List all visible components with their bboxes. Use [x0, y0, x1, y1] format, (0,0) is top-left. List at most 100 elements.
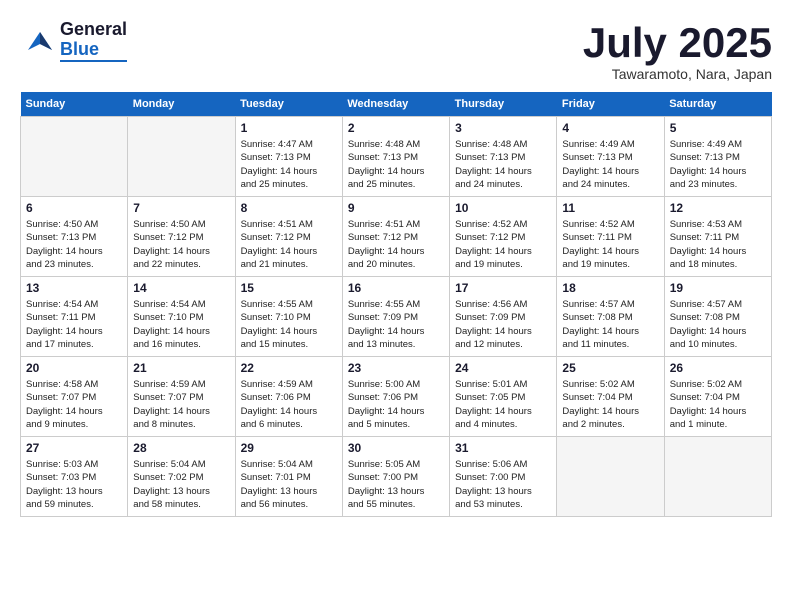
day-info: Sunrise: 5:04 AM Sunset: 7:02 PM Dayligh… [133, 458, 229, 511]
calendar-cell: 14 Sunrise: 4:54 AM Sunset: 7:10 PM Dayli… [128, 277, 235, 357]
day-number: 2 [348, 121, 444, 135]
calendar-cell: 23 Sunrise: 5:00 AM Sunset: 7:06 PM Dayli… [342, 357, 449, 437]
day-number: 28 [133, 441, 229, 455]
calendar-cell: 1 Sunrise: 4:47 AM Sunset: 7:13 PM Daylig… [235, 117, 342, 197]
day-number: 23 [348, 361, 444, 375]
day-number: 5 [670, 121, 766, 135]
weekday-header-thursday: Thursday [450, 92, 557, 117]
logo: General Blue [20, 20, 127, 62]
day-number: 4 [562, 121, 658, 135]
day-info: Sunrise: 5:06 AM Sunset: 7:00 PM Dayligh… [455, 458, 551, 511]
day-info: Sunrise: 4:52 AM Sunset: 7:12 PM Dayligh… [455, 218, 551, 271]
weekday-header-sunday: Sunday [21, 92, 128, 117]
logo-icon [20, 22, 58, 60]
calendar-week-5: 27 Sunrise: 5:03 AM Sunset: 7:03 PM Dayli… [21, 437, 772, 517]
day-info: Sunrise: 4:48 AM Sunset: 7:13 PM Dayligh… [455, 138, 551, 191]
day-number: 30 [348, 441, 444, 455]
calendar-cell: 26 Sunrise: 5:02 AM Sunset: 7:04 PM Dayli… [664, 357, 771, 437]
calendar-week-3: 13Sunrise: 4:54 AM Sunset: 7:11 PM Dayli… [21, 277, 772, 357]
logo-blue: Blue [60, 40, 127, 62]
calendar-cell: 17Sunrise: 4:56 AM Sunset: 7:09 PM Dayli… [450, 277, 557, 357]
calendar-cell: 21 Sunrise: 4:59 AM Sunset: 7:07 PM Dayli… [128, 357, 235, 437]
day-number: 20 [26, 361, 122, 375]
day-number: 27 [26, 441, 122, 455]
day-info: Sunrise: 4:53 AM Sunset: 7:11 PM Dayligh… [670, 218, 766, 271]
day-info: Sunrise: 4:56 AM Sunset: 7:09 PM Dayligh… [455, 298, 551, 351]
day-info: Sunrise: 4:55 AM Sunset: 7:09 PM Dayligh… [348, 298, 444, 351]
day-number: 10 [455, 201, 551, 215]
calendar-cell: 12 Sunrise: 4:53 AM Sunset: 7:11 PM Dayli… [664, 197, 771, 277]
day-number: 18 [562, 281, 658, 295]
day-number: 16 [348, 281, 444, 295]
calendar-cell: 2 Sunrise: 4:48 AM Sunset: 7:13 PM Daylig… [342, 117, 449, 197]
calendar-week-2: 6 Sunrise: 4:50 AM Sunset: 7:13 PM Daylig… [21, 197, 772, 277]
calendar-cell: 7 Sunrise: 4:50 AM Sunset: 7:12 PM Daylig… [128, 197, 235, 277]
day-number: 19 [670, 281, 766, 295]
weekday-header-tuesday: Tuesday [235, 92, 342, 117]
calendar-cell: 8 Sunrise: 4:51 AM Sunset: 7:12 PM Daylig… [235, 197, 342, 277]
day-number: 9 [348, 201, 444, 215]
day-number: 6 [26, 201, 122, 215]
day-info: Sunrise: 4:48 AM Sunset: 7:13 PM Dayligh… [348, 138, 444, 191]
day-number: 7 [133, 201, 229, 215]
day-info: Sunrise: 4:59 AM Sunset: 7:07 PM Dayligh… [133, 378, 229, 431]
calendar-cell: 6 Sunrise: 4:50 AM Sunset: 7:13 PM Daylig… [21, 197, 128, 277]
day-number: 21 [133, 361, 229, 375]
day-info: Sunrise: 4:54 AM Sunset: 7:10 PM Dayligh… [133, 298, 229, 351]
weekday-header-monday: Monday [128, 92, 235, 117]
day-number: 8 [241, 201, 337, 215]
calendar-cell: 5 Sunrise: 4:49 AM Sunset: 7:13 PM Daylig… [664, 117, 771, 197]
calendar-cell: 10 Sunrise: 4:52 AM Sunset: 7:12 PM Dayli… [450, 197, 557, 277]
day-number: 12 [670, 201, 766, 215]
day-number: 15 [241, 281, 337, 295]
day-number: 14 [133, 281, 229, 295]
day-number: 25 [562, 361, 658, 375]
day-info: Sunrise: 5:04 AM Sunset: 7:01 PM Dayligh… [241, 458, 337, 511]
day-number: 1 [241, 121, 337, 135]
weekday-header-row: SundayMondayTuesdayWednesdayThursdayFrid… [21, 92, 772, 117]
day-number: 29 [241, 441, 337, 455]
page-header: General Blue July 2025 Tawaramoto, Nara,… [20, 20, 772, 82]
calendar-cell: 22Sunrise: 4:59 AM Sunset: 7:06 PM Dayli… [235, 357, 342, 437]
title-block: July 2025 Tawaramoto, Nara, Japan [583, 20, 772, 82]
day-info: Sunrise: 4:54 AM Sunset: 7:11 PM Dayligh… [26, 298, 122, 351]
calendar-cell: 3 Sunrise: 4:48 AM Sunset: 7:13 PM Daylig… [450, 117, 557, 197]
calendar-cell: 20 Sunrise: 4:58 AM Sunset: 7:07 PM Dayli… [21, 357, 128, 437]
day-info: Sunrise: 4:47 AM Sunset: 7:13 PM Dayligh… [241, 138, 337, 191]
weekday-header-saturday: Saturday [664, 92, 771, 117]
day-info: Sunrise: 5:02 AM Sunset: 7:04 PM Dayligh… [562, 378, 658, 431]
day-number: 11 [562, 201, 658, 215]
calendar-cell: 18Sunrise: 4:57 AM Sunset: 7:08 PM Dayli… [557, 277, 664, 357]
calendar-cell: 4 Sunrise: 4:49 AM Sunset: 7:13 PM Daylig… [557, 117, 664, 197]
day-number: 26 [670, 361, 766, 375]
calendar-table: SundayMondayTuesdayWednesdayThursdayFrid… [20, 92, 772, 517]
day-info: Sunrise: 5:05 AM Sunset: 7:00 PM Dayligh… [348, 458, 444, 511]
day-number: 3 [455, 121, 551, 135]
day-info: Sunrise: 4:49 AM Sunset: 7:13 PM Dayligh… [562, 138, 658, 191]
day-info: Sunrise: 4:57 AM Sunset: 7:08 PM Dayligh… [670, 298, 766, 351]
day-info: Sunrise: 4:51 AM Sunset: 7:12 PM Dayligh… [241, 218, 337, 271]
calendar-cell: 19 Sunrise: 4:57 AM Sunset: 7:08 PM Dayli… [664, 277, 771, 357]
calendar-cell: 31Sunrise: 5:06 AM Sunset: 7:00 PM Dayli… [450, 437, 557, 517]
calendar-cell: 27 Sunrise: 5:03 AM Sunset: 7:03 PM Dayli… [21, 437, 128, 517]
day-info: Sunrise: 4:50 AM Sunset: 7:13 PM Dayligh… [26, 218, 122, 271]
calendar-cell: 24Sunrise: 5:01 AM Sunset: 7:05 PM Dayli… [450, 357, 557, 437]
calendar-cell [664, 437, 771, 517]
day-info: Sunrise: 5:02 AM Sunset: 7:04 PM Dayligh… [670, 378, 766, 431]
logo-text: General Blue [60, 20, 127, 62]
day-info: Sunrise: 4:55 AM Sunset: 7:10 PM Dayligh… [241, 298, 337, 351]
calendar-cell: 9Sunrise: 4:51 AM Sunset: 7:12 PM Daylig… [342, 197, 449, 277]
day-info: Sunrise: 4:49 AM Sunset: 7:13 PM Dayligh… [670, 138, 766, 191]
calendar-cell: 25 Sunrise: 5:02 AM Sunset: 7:04 PM Dayli… [557, 357, 664, 437]
calendar-week-4: 20 Sunrise: 4:58 AM Sunset: 7:07 PM Dayli… [21, 357, 772, 437]
month-title: July 2025 [583, 20, 772, 66]
day-info: Sunrise: 4:50 AM Sunset: 7:12 PM Dayligh… [133, 218, 229, 271]
day-info: Sunrise: 5:01 AM Sunset: 7:05 PM Dayligh… [455, 378, 551, 431]
calendar-week-1: 1 Sunrise: 4:47 AM Sunset: 7:13 PM Daylig… [21, 117, 772, 197]
day-info: Sunrise: 5:00 AM Sunset: 7:06 PM Dayligh… [348, 378, 444, 431]
calendar-cell: 29 Sunrise: 5:04 AM Sunset: 7:01 PM Dayli… [235, 437, 342, 517]
day-info: Sunrise: 5:03 AM Sunset: 7:03 PM Dayligh… [26, 458, 122, 511]
calendar-cell: 30 Sunrise: 5:05 AM Sunset: 7:00 PM Dayli… [342, 437, 449, 517]
day-info: Sunrise: 4:58 AM Sunset: 7:07 PM Dayligh… [26, 378, 122, 431]
logo-general: General [60, 20, 127, 40]
